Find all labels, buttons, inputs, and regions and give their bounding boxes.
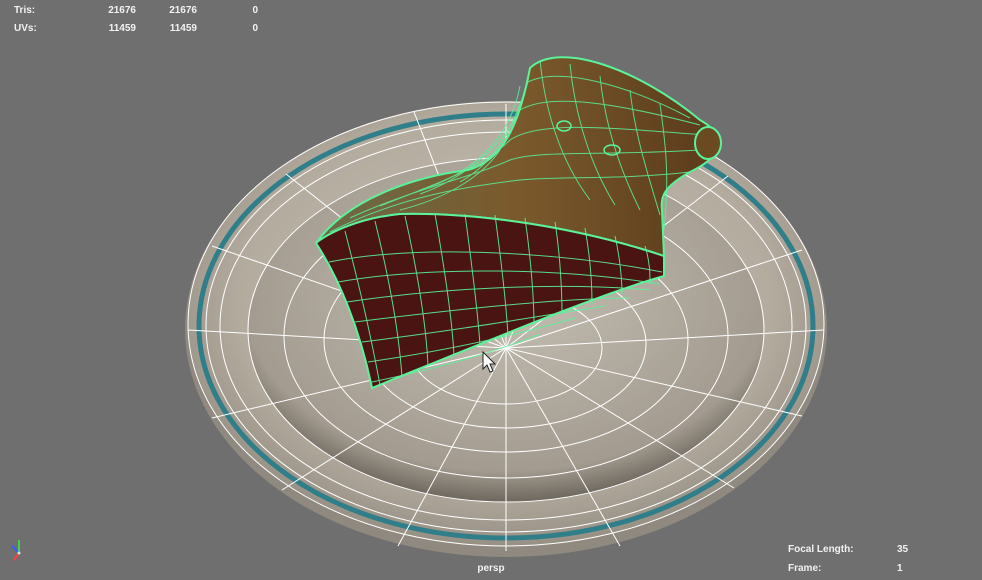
frame-value: 1 <box>897 563 903 574</box>
hud-tris-value-2: 21676 <box>169 5 197 16</box>
hud-uvs-value-2: 11459 <box>169 23 197 34</box>
hud-uvs-row: UVs: 11459 11459 0 <box>14 23 274 37</box>
3d-viewport[interactable] <box>0 0 982 580</box>
focal-length-label: Focal Length: <box>788 544 854 555</box>
hud-uvs-value-3: 0 <box>252 23 258 34</box>
hud-tris-row: Tris: 21676 21676 0 <box>14 5 274 19</box>
hud-tris-value-1: 21676 <box>108 5 136 16</box>
frame-label: Frame: <box>788 563 822 574</box>
axis-gizmo-icon <box>11 540 21 561</box>
hud-uvs-value-1: 11459 <box>108 23 136 34</box>
frame-row: Frame: 1 <box>788 563 918 577</box>
hud-uvs-label: UVs: <box>14 23 37 34</box>
focal-length-value: 35 <box>897 544 909 555</box>
focal-length-row: Focal Length: 35 <box>788 544 918 558</box>
hud-tris-value-3: 0 <box>252 5 258 16</box>
hud-tris-label: Tris: <box>14 5 36 16</box>
